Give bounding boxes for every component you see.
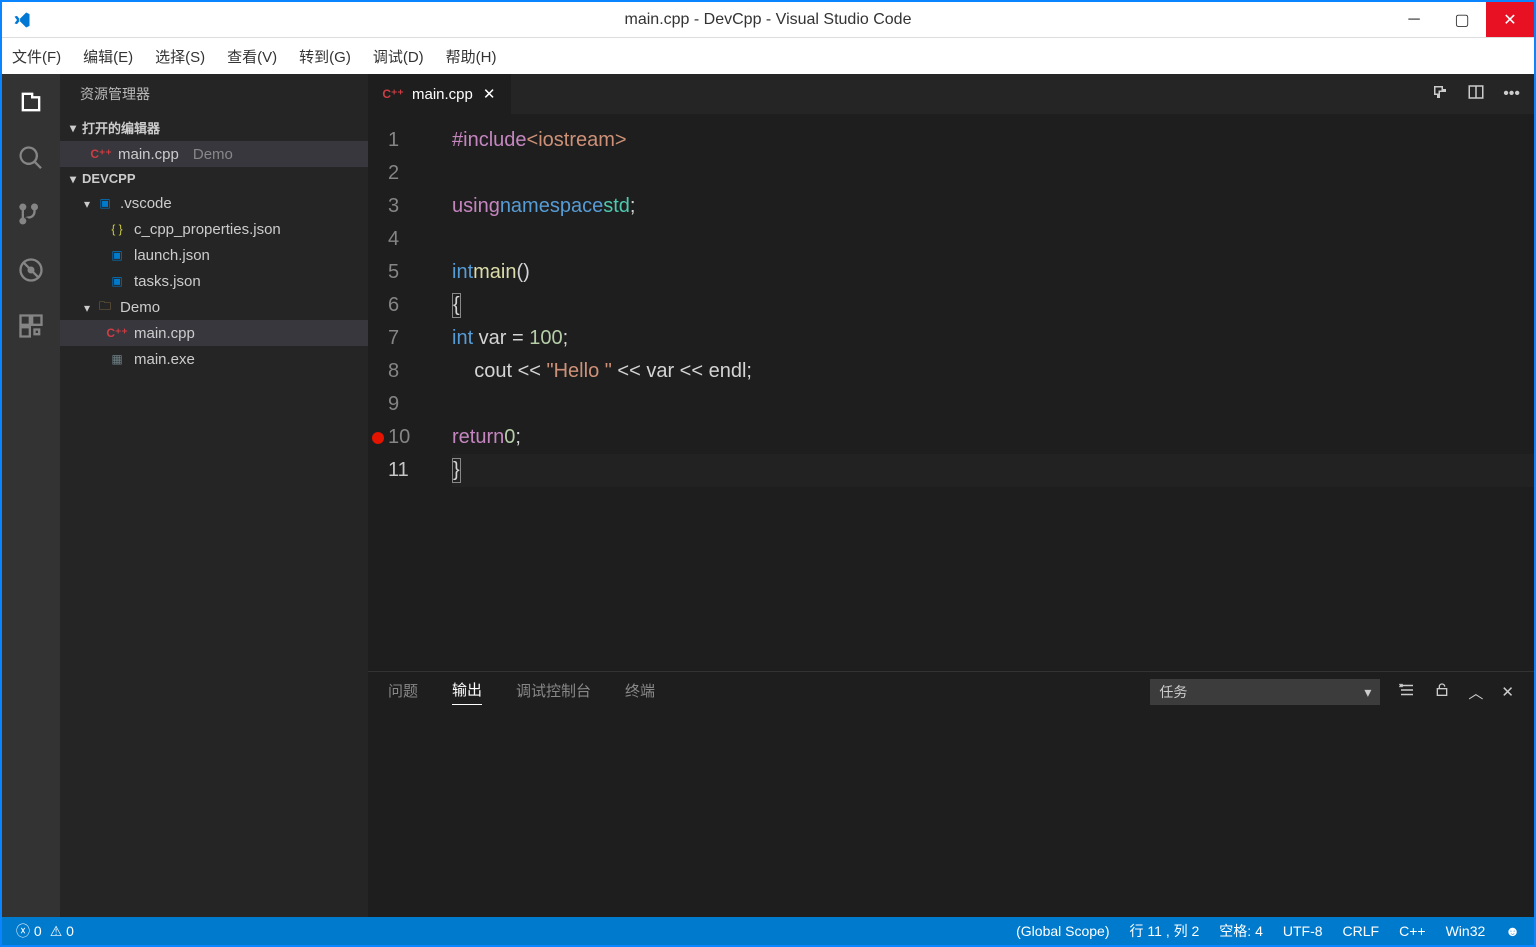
status-language[interactable]: C++ [1399, 923, 1425, 939]
status-scope[interactable]: (Global Scope) [1016, 923, 1109, 939]
file-main-exe[interactable]: ▦main.exe [60, 346, 368, 372]
status-feedback-icon[interactable]: ☻ [1505, 923, 1520, 939]
editor-area: C⁺⁺ main.cpp ✕ ••• 1234567891011 #includ… [368, 74, 1534, 917]
vscode-logo-icon [2, 2, 42, 37]
menu-file[interactable]: 文件(F) [12, 46, 61, 67]
explorer-icon[interactable] [15, 86, 47, 118]
menu-selection[interactable]: 选择(S) [155, 46, 205, 67]
file-c-cpp-properties[interactable]: { }c_cpp_properties.json [60, 216, 368, 242]
file-tasks-json[interactable]: ▣tasks.json [60, 268, 368, 294]
chevron-down-icon [84, 299, 90, 316]
window-title: main.cpp - DevCpp - Visual Studio Code [625, 11, 912, 29]
status-eol[interactable]: CRLF [1343, 923, 1380, 939]
code-editor[interactable]: 1234567891011 #include <iostream>using n… [368, 114, 1534, 671]
chevron-down-icon: ▾ [1364, 684, 1371, 701]
cpp-file-icon: C⁺⁺ [384, 85, 402, 103]
titlebar: main.cpp - DevCpp - Visual Studio Code ─… [2, 2, 1534, 38]
project-header[interactable]: DEVCPP [60, 167, 368, 190]
panel-tab-output[interactable]: 输出 [452, 679, 482, 705]
file-main-cpp[interactable]: C⁺⁺main.cpp [60, 320, 368, 346]
breakpoint-icon[interactable] [372, 432, 384, 444]
maximize-panel-icon[interactable]: ︿ [1468, 682, 1483, 703]
statusbar: ⓧ 0 ⚠ 0 (Global Scope) 行 11 , 列 2 空格: 4 … [2, 917, 1534, 945]
lock-scroll-icon[interactable] [1434, 682, 1450, 702]
menu-edit[interactable]: 编辑(E) [83, 46, 133, 67]
activitybar [2, 74, 60, 917]
vscode-folder-icon: ▣ [96, 194, 114, 212]
status-config[interactable]: Win32 [1446, 923, 1486, 939]
status-errors[interactable]: ⓧ 0 [16, 921, 42, 941]
panel-tab-terminal[interactable]: 终端 [625, 680, 655, 705]
find-in-files-icon[interactable] [1431, 83, 1449, 106]
chevron-down-icon [70, 171, 76, 186]
menu-help[interactable]: 帮助(H) [446, 46, 497, 67]
chevron-down-icon [84, 195, 90, 212]
debug-icon[interactable] [15, 254, 47, 286]
minimize-button[interactable]: ─ [1390, 2, 1438, 37]
vs-file-icon: ▣ [108, 272, 126, 290]
cpp-file-icon: C⁺⁺ [108, 324, 126, 342]
open-editors-header[interactable]: 打开的编辑器 [60, 114, 368, 141]
status-indent[interactable]: 空格: 4 [1219, 921, 1263, 941]
split-editor-icon[interactable] [1467, 83, 1485, 106]
json-file-icon: { } [108, 220, 126, 238]
folder-icon: 🗀 [96, 298, 114, 316]
status-encoding[interactable]: UTF-8 [1283, 923, 1323, 939]
file-launch-json[interactable]: ▣launch.json [60, 242, 368, 268]
menu-go[interactable]: 转到(G) [299, 46, 351, 67]
status-warnings[interactable]: ⚠ 0 [50, 923, 74, 940]
menu-view[interactable]: 查看(V) [227, 46, 277, 67]
menu-debug[interactable]: 调试(D) [373, 46, 424, 67]
close-panel-icon[interactable]: ✕ [1501, 683, 1514, 701]
folder-demo[interactable]: 🗀Demo [60, 294, 368, 320]
extensions-icon[interactable] [15, 310, 47, 342]
chevron-down-icon [70, 120, 76, 135]
tab-main-cpp[interactable]: C⁺⁺ main.cpp ✕ [368, 74, 512, 114]
status-cursor[interactable]: 行 11 , 列 2 [1130, 921, 1200, 941]
folder-vscode[interactable]: ▣.vscode [60, 190, 368, 216]
bottom-panel: 问题 输出 调试控制台 终端 任务▾ ︿ ✕ [368, 671, 1534, 917]
output-channel-select[interactable]: 任务▾ [1150, 679, 1380, 705]
close-button[interactable]: ✕ [1486, 2, 1534, 37]
cpp-file-icon: C⁺⁺ [92, 145, 110, 163]
maximize-button[interactable]: ▢ [1438, 2, 1486, 37]
vs-file-icon: ▣ [108, 246, 126, 264]
exe-file-icon: ▦ [108, 350, 126, 368]
editor-tabs: C⁺⁺ main.cpp ✕ ••• [368, 74, 1534, 114]
menubar: 文件(F) 编辑(E) 选择(S) 查看(V) 转到(G) 调试(D) 帮助(H… [2, 38, 1534, 74]
more-actions-icon[interactable]: ••• [1503, 85, 1520, 103]
close-tab-icon[interactable]: ✕ [483, 85, 496, 103]
clear-output-icon[interactable] [1398, 681, 1416, 703]
explorer-sidebar: 资源管理器 打开的编辑器 C⁺⁺ main.cpp Demo DEVCPP ▣.… [60, 74, 368, 917]
panel-tab-problems[interactable]: 问题 [388, 680, 418, 705]
sidebar-title: 资源管理器 [60, 74, 368, 114]
open-editor-item[interactable]: C⁺⁺ main.cpp Demo [60, 141, 368, 167]
panel-tab-debug-console[interactable]: 调试控制台 [516, 680, 591, 705]
source-control-icon[interactable] [15, 198, 47, 230]
search-icon[interactable] [15, 142, 47, 174]
